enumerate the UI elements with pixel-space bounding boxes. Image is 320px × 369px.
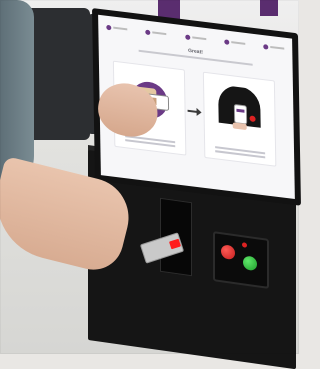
- image-frame: [0, 0, 299, 354]
- photo-scene: Great!: [0, 0, 301, 369]
